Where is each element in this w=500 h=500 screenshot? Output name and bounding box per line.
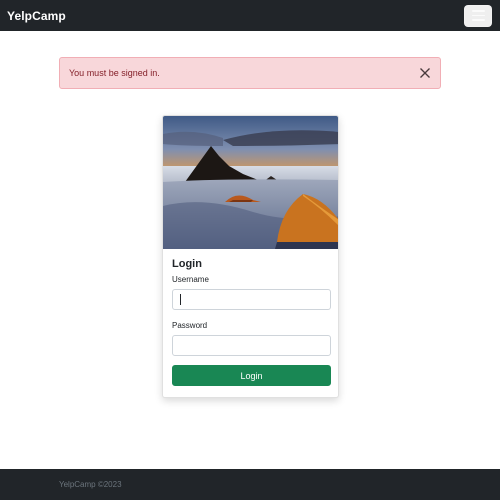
password-input[interactable] (172, 335, 331, 356)
hamburger-menu-icon (471, 10, 485, 12)
error-alert: You must be signed in. (59, 57, 441, 89)
login-title: Login (172, 258, 202, 270)
text-caret (180, 294, 181, 305)
close-icon[interactable] (418, 66, 432, 80)
campsite-image (163, 116, 338, 249)
footer-copyright: YelpCamp ©2023 (59, 480, 122, 489)
navbar: YelpCamp (0, 0, 500, 31)
username-input[interactable] (172, 289, 331, 310)
brand-link[interactable]: YelpCamp (7, 9, 66, 23)
password-label: Password (172, 321, 208, 330)
navbar-toggler-button[interactable] (464, 4, 492, 27)
username-label: Username (172, 275, 209, 284)
login-button[interactable]: Login (172, 365, 331, 386)
footer: YelpCamp ©2023 (0, 469, 500, 500)
alert-message: You must be signed in. (69, 68, 160, 78)
login-card: Login Username Password Login (162, 115, 339, 398)
